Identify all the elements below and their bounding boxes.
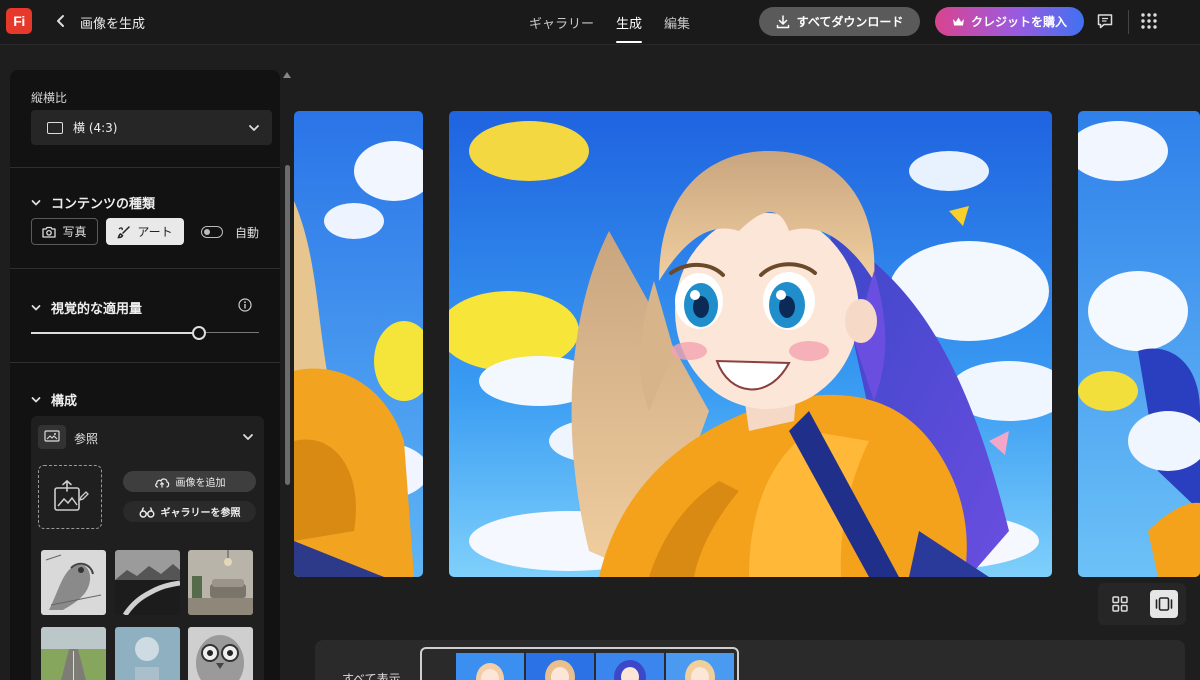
- art-label: アート: [137, 225, 173, 239]
- filmstrip-thumbnail[interactable]: [596, 653, 664, 680]
- crown-icon: [952, 17, 964, 26]
- reference-thumbnail[interactable]: [41, 550, 106, 615]
- generated-image-selected[interactable]: [449, 111, 1052, 577]
- buy-credits-label: クレジットを購入: [970, 15, 1067, 29]
- image-upload-icon: [54, 479, 89, 511]
- composition-header[interactable]: 構成: [31, 390, 77, 409]
- content-type-header[interactable]: コンテンツの種類: [31, 193, 155, 212]
- content-type-art-button[interactable]: アート: [106, 218, 184, 245]
- auto-toggle[interactable]: [201, 226, 223, 238]
- reference-thumbnail[interactable]: [41, 627, 106, 680]
- visual-intensity-header[interactable]: 視覚的な適用量: [31, 298, 142, 317]
- auto-label: 自動: [235, 226, 260, 240]
- composition-label: 構成: [51, 394, 78, 409]
- show-all-link[interactable]: すべて表示: [342, 670, 401, 680]
- aspect-ratio-value: 横 (4:3): [73, 121, 118, 135]
- content-type-photo-button[interactable]: 写真: [31, 218, 98, 245]
- brush-icon: [117, 225, 131, 238]
- generated-image-previous[interactable]: [294, 111, 423, 577]
- panel-scrollbar[interactable]: [285, 165, 290, 485]
- generated-image-next[interactable]: [1078, 111, 1200, 577]
- chevron-down-icon: [31, 396, 41, 402]
- info-icon[interactable]: [238, 298, 252, 312]
- filmstrip-selection[interactable]: [420, 647, 739, 680]
- photo-label: 写真: [62, 225, 87, 239]
- chevron-down-icon: [249, 124, 259, 131]
- reference-thumbnail[interactable]: [115, 627, 180, 680]
- reference-image-icon: [38, 425, 66, 449]
- scroll-up-arrow-icon[interactable]: [283, 72, 291, 78]
- section-divider: [10, 167, 280, 168]
- filmstrip-thumbnail[interactable]: [666, 653, 734, 680]
- content-type-label: コンテンツの種類: [51, 197, 156, 212]
- download-icon: [776, 14, 789, 28]
- header-divider: [1128, 10, 1129, 34]
- chevron-down-icon: [31, 304, 41, 310]
- tab-edit[interactable]: 編集: [653, 0, 701, 45]
- reference-thumbnail[interactable]: [188, 550, 253, 615]
- reference-thumbnail[interactable]: [188, 627, 253, 680]
- cloud-upload-icon: [154, 477, 169, 488]
- reference-upload-dropzone[interactable]: [38, 465, 102, 529]
- filmstrip-thumbnail[interactable]: [526, 653, 594, 680]
- section-divider: [10, 362, 280, 363]
- slider-track-filled: [31, 332, 193, 334]
- visual-intensity-slider[interactable]: [31, 325, 259, 341]
- download-all-label: すべてダウンロード: [796, 15, 904, 29]
- grid-view-icon[interactable]: [1111, 595, 1129, 613]
- single-view-icon: [1155, 597, 1173, 611]
- page-title: 画像を生成: [80, 17, 146, 32]
- firefly-app-logo[interactable]: Fi: [6, 8, 32, 34]
- browse-gallery-button[interactable]: ギャラリーを参照: [123, 501, 256, 522]
- binoculars-icon: [138, 506, 155, 518]
- section-divider: [10, 268, 280, 269]
- aspect-ratio-select[interactable]: 横 (4:3): [31, 110, 272, 145]
- slider-track-rest: [205, 332, 259, 333]
- buy-credits-button[interactable]: クレジットを購入: [935, 7, 1084, 36]
- chevron-down-icon: [31, 199, 41, 205]
- browse-gallery-label: ギャラリーを参照: [160, 508, 241, 519]
- camera-icon: [42, 226, 57, 238]
- tab-generate[interactable]: 生成: [605, 0, 653, 45]
- slider-thumb[interactable]: [192, 326, 206, 340]
- landscape-rect-icon: [47, 121, 63, 134]
- filmstrip-thumbnail[interactable]: [456, 653, 524, 680]
- single-view-button[interactable]: [1150, 590, 1178, 618]
- tab-gallery[interactable]: ギャラリー: [518, 0, 605, 45]
- download-all-button[interactable]: すべてダウンロード: [759, 7, 920, 36]
- reference-label: 参照: [74, 432, 99, 446]
- add-image-button[interactable]: 画像を追加: [123, 471, 256, 492]
- chevron-down-icon[interactable]: [242, 431, 254, 443]
- aspect-ratio-label: 縦横比: [31, 91, 68, 105]
- feedback-chat-icon[interactable]: [1096, 12, 1114, 30]
- app-grid-icon[interactable]: [1140, 12, 1158, 30]
- reference-thumbnail[interactable]: [115, 550, 180, 615]
- nav-tabs: ギャラリー 生成 編集: [518, 0, 701, 45]
- visual-intensity-label: 視覚的な適用量: [51, 302, 143, 317]
- chevron-left-icon[interactable]: [52, 12, 70, 30]
- add-image-label: 画像を追加: [175, 478, 226, 489]
